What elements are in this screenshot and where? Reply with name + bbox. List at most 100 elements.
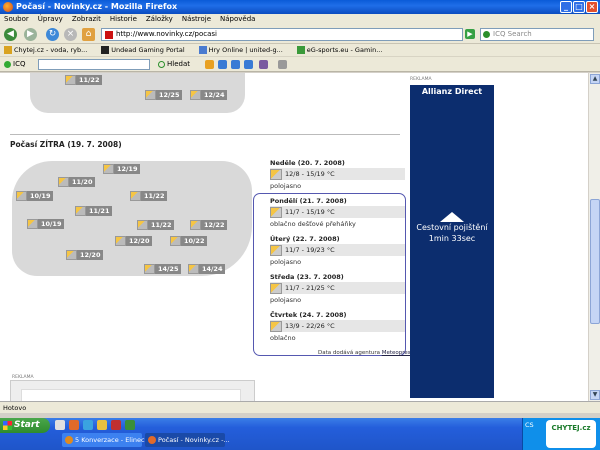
menu-nastroje[interactable]: Nástroje (182, 14, 211, 25)
forward-button[interactable]: ▶ (24, 28, 37, 41)
temp-value: 12/24 (201, 90, 228, 100)
menu-soubor[interactable]: Soubor (4, 14, 29, 25)
menu-historie[interactable]: Historie (110, 14, 137, 25)
forecast-range: 11/7 - 21/25 °C (285, 284, 335, 292)
weather-icon (270, 206, 282, 218)
bookmark-eg-sports[interactable]: eG-sports.eu - Gamin... (296, 44, 382, 56)
bookmark-undead[interactable]: Undead Gaming Portal (101, 44, 185, 56)
home-button[interactable]: ⌂ (82, 28, 95, 41)
weather-icon (144, 264, 155, 274)
folder-icon[interactable] (97, 420, 107, 430)
icq-menu[interactable]: ICQ (4, 59, 25, 70)
user-icon[interactable] (259, 60, 268, 69)
temp-tile: 10/22 (170, 236, 208, 246)
bookmark-icon (4, 46, 12, 54)
search-input[interactable]: ICQ Search (480, 28, 594, 41)
temp-tile: 11/22 (130, 191, 168, 201)
task-label: 5 Konverzace - Elinec... (75, 436, 151, 444)
forecast-row: 13/9 - 22/26 °C (270, 320, 405, 332)
weather-icon (270, 244, 282, 256)
stop-button[interactable]: × (64, 28, 77, 41)
url-text: http://www.novinky.cz/pocasi (116, 30, 217, 38)
forecast-item: Neděle (20. 7. 2008) 12/8 - 15/19 °C pol… (270, 159, 405, 197)
allianz-ad-banner[interactable]: Allianz Direct Cestovní pojištění 1min 3… (410, 85, 494, 398)
start-label: Start (14, 420, 40, 430)
zoom-icon[interactable] (244, 60, 253, 69)
scroll-thumb[interactable] (590, 199, 600, 324)
credit-text: Data dodává agentura (318, 350, 380, 356)
status-text: Hotovo (3, 404, 27, 412)
section-divider (10, 134, 400, 135)
zoom-in-icon[interactable] (218, 60, 227, 69)
icq-label: ICQ (13, 60, 26, 68)
weather-icon (270, 320, 282, 332)
zoom-out-icon[interactable] (231, 60, 240, 69)
bookmark-icon (101, 46, 110, 54)
ie-icon[interactable] (83, 420, 93, 430)
scroll-up-button[interactable]: ▲ (590, 74, 600, 84)
close-button[interactable]: × (586, 1, 598, 13)
temp-tile: 12/20 (66, 250, 104, 260)
navigation-toolbar: ◀ ▶ ↻ × ⌂ http://www.novinky.cz/pocasi ▶… (0, 25, 600, 44)
weather-icon (58, 177, 69, 187)
url-bar[interactable]: http://www.novinky.cz/pocasi (101, 28, 463, 41)
triangle-icon (440, 212, 464, 222)
forecast-item: Pondělí (21. 7. 2008) 11/7 - 15/19 °C ob… (270, 197, 405, 235)
app-icon[interactable] (125, 420, 135, 430)
language-indicator[interactable]: CS (525, 421, 534, 429)
weather-icon (145, 90, 156, 100)
temp-tile: 10/19 (27, 219, 65, 229)
minimize-button[interactable]: _ (560, 1, 572, 13)
back-button[interactable]: ◀ (4, 28, 17, 41)
temp-tile: 12/19 (103, 164, 141, 174)
bookmark-icon (198, 46, 207, 54)
forecast-row: 11/7 - 19/23 °C (270, 244, 405, 256)
temp-value: 12/22 (201, 220, 228, 230)
firefox-quicklaunch-icon[interactable] (69, 420, 79, 430)
task-pocasi[interactable]: Počasí - Novinky.cz -... (145, 433, 230, 447)
forecast-list: Neděle (20. 7. 2008) 12/8 - 15/19 °C pol… (270, 159, 405, 349)
maximize-button[interactable]: □ (573, 1, 585, 13)
weather-icon (27, 219, 38, 229)
menu-zobrazit[interactable]: Zobrazit (72, 14, 101, 25)
temp-value: 14/24 (199, 264, 226, 274)
temp-value: 12/25 (156, 90, 183, 100)
weather-icon (130, 191, 141, 201)
vertical-scrollbar[interactable]: ▲ ▼ (588, 73, 600, 401)
start-button[interactable]: Start (0, 418, 50, 433)
desktop-icon[interactable] (55, 420, 65, 430)
menu-napoveda[interactable]: Nápověda (220, 14, 255, 25)
ad-brand: Allianz Direct (421, 87, 483, 96)
temp-tile: 11/22 (137, 220, 175, 230)
meteopress-link[interactable]: Meteopress (382, 350, 414, 356)
reload-button[interactable]: ↻ (46, 28, 59, 41)
temp-value: 14/25 (155, 264, 182, 274)
temp-value: 11/22 (141, 191, 168, 201)
scroll-down-button[interactable]: ▼ (590, 390, 600, 400)
app-icon[interactable] (111, 420, 121, 430)
weather-icon (190, 90, 201, 100)
ad-message: Cestovní pojištění 1min 33sec (416, 223, 488, 243)
weather-icon (137, 220, 148, 230)
bookmark-hry-online[interactable]: Hry Online | united-g... (198, 44, 283, 56)
weather-icon (190, 220, 201, 230)
icq-search-button[interactable]: Hledat (158, 59, 190, 70)
bookmark-chytej[interactable]: Chytej.cz - voda, ryb... (4, 44, 87, 56)
forecast-range: 12/8 - 15/19 °C (285, 170, 335, 178)
forecast-item: Středa (23. 7. 2008) 11/7 - 21/25 °C pol… (270, 273, 405, 311)
forecast-item: Úterý (22. 7. 2008) 11/7 - 19/23 °C polo… (270, 235, 405, 273)
weather-icon (75, 206, 86, 216)
pen-icon[interactable] (278, 60, 287, 69)
search-placeholder: ICQ Search (493, 30, 532, 38)
menu-zalozky[interactable]: Záložky (146, 14, 173, 25)
forecast-row: 12/8 - 15/19 °C (270, 168, 405, 180)
task-konverzace[interactable]: 5 Konverzace - Elinec... (62, 433, 151, 447)
weather-icon (16, 191, 27, 201)
chytej-logo[interactable]: CHYTEJ.cz (546, 420, 596, 448)
icq-search-input[interactable] (38, 59, 150, 70)
menu-upravy[interactable]: Úpravy (38, 14, 63, 25)
envelope-icon[interactable] (205, 60, 214, 69)
temp-tile: 14/24 (188, 264, 226, 274)
bookmark-icon (296, 46, 305, 54)
go-button[interactable]: ▶ (465, 29, 475, 39)
